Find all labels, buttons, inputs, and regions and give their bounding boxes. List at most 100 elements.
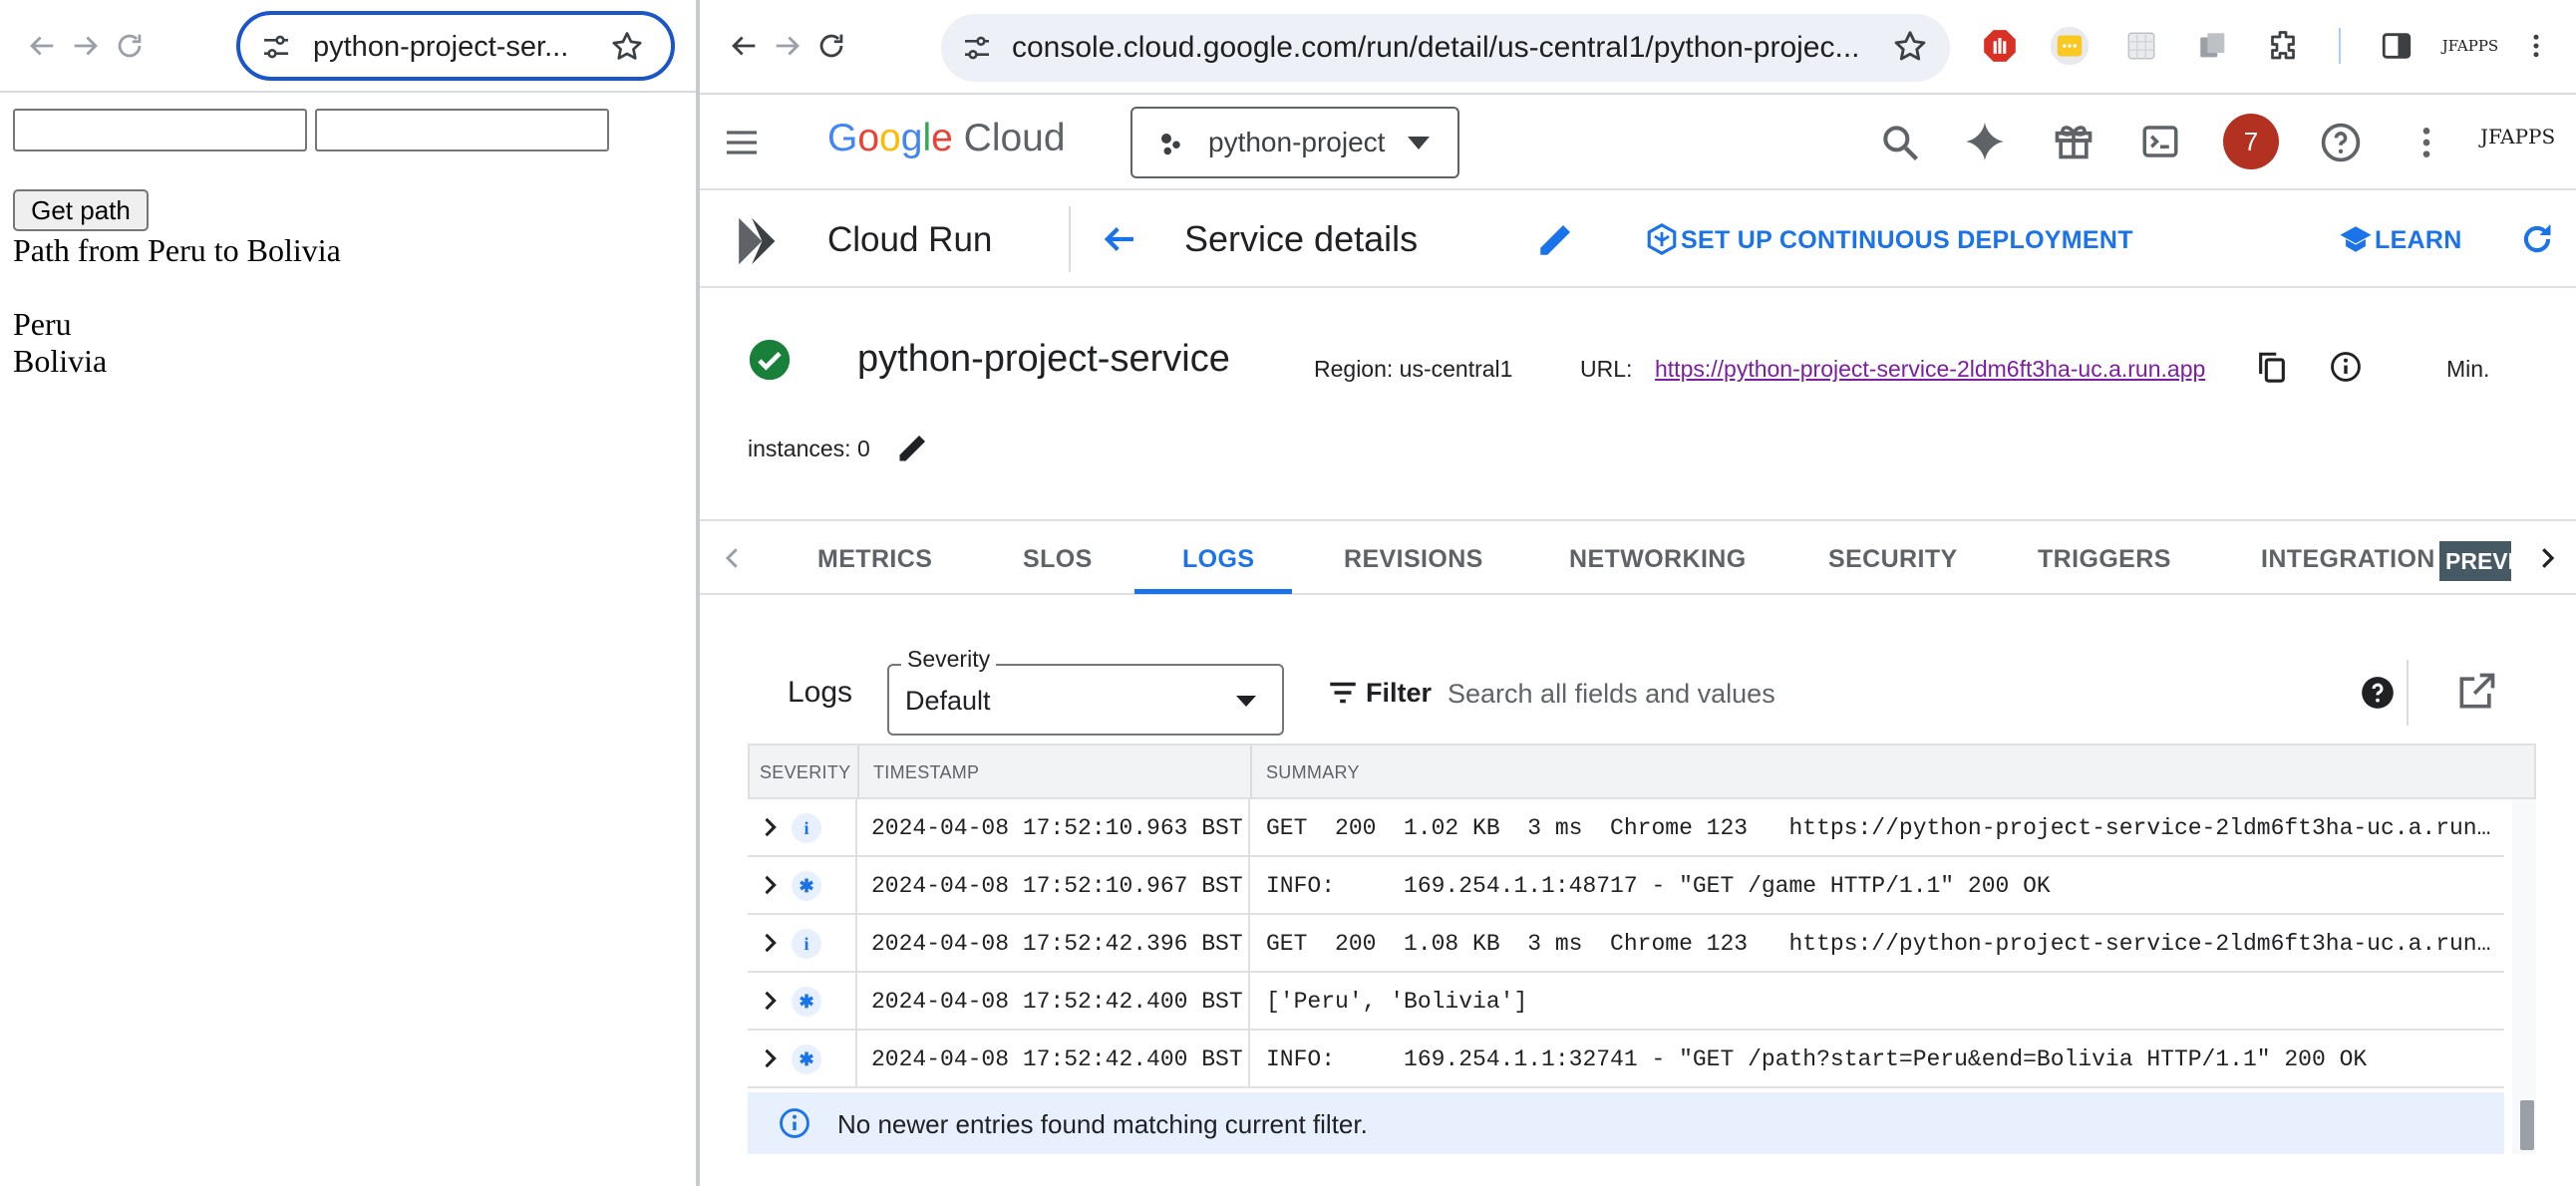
chevron-left-icon[interactable] (718, 543, 748, 578)
logs-title: Logs (788, 676, 853, 709)
back-arrow-icon[interactable] (18, 22, 66, 70)
extensions-icon[interactable] (2261, 24, 2305, 68)
get-path-button[interactable]: Get path (13, 189, 149, 231)
filter-icon[interactable] (1326, 676, 1360, 715)
column-summary[interactable]: SUMMARY (1266, 762, 1360, 783)
tab-logs[interactable]: LOGS (1182, 545, 1254, 574)
forward-arrow-icon[interactable] (764, 22, 811, 70)
reload-icon[interactable] (106, 22, 154, 70)
header-divider (1069, 206, 1071, 272)
cloud-run-header: Cloud Run Service details SET UP CONTINU… (700, 192, 2576, 288)
browser-menu-icon[interactable] (2514, 24, 2558, 68)
copy-icon[interactable] (2255, 350, 2289, 389)
log-summary: INFO: 169.254.1.1:48717 - "GET /game HTT… (1266, 873, 2051, 899)
right-url-text: console.cloud.google.com/run/detail/us-c… (1012, 31, 1860, 64)
column-timestamp[interactable]: TIMESTAMP (873, 762, 979, 783)
column-divider (1248, 857, 1250, 915)
column-divider (855, 857, 857, 915)
preview-badge: PREVI (2439, 541, 2511, 581)
right-browser-toolbar: console.cloud.google.com/run/detail/us-c… (700, 0, 2576, 95)
start-country-input[interactable] (13, 109, 307, 151)
page-title: Service details (1184, 218, 1419, 259)
notes-extension-icon[interactable] (2048, 24, 2092, 68)
log-row[interactable]: ✱ 2024-04-08 17:52:42.400 BST INFO: 169.… (748, 1031, 2504, 1088)
learn-button[interactable]: LEARN (2375, 226, 2462, 255)
set-up-continuous-deployment-button[interactable]: SET UP CONTINUOUS DEPLOYMENT (1681, 226, 2133, 255)
end-country-input[interactable] (315, 109, 609, 151)
tab-integration[interactable]: INTEGRATION (2261, 545, 2435, 574)
copy-tabs-icon[interactable] (2191, 24, 2235, 68)
project-name: python-project (1208, 127, 1386, 157)
chevron-right-icon[interactable] (2532, 543, 2562, 578)
forward-arrow-icon[interactable] (62, 22, 110, 70)
log-row[interactable]: i 2024-04-08 17:52:10.963 BST GET 200 1.… (748, 799, 2504, 857)
filter-label[interactable]: Filter (1366, 678, 1432, 709)
gift-icon[interactable] (2052, 119, 2095, 167)
log-row[interactable]: ✱ 2024-04-08 17:52:42.400 BST ['Peru', '… (748, 973, 2504, 1031)
side-panel-icon[interactable] (2375, 24, 2418, 68)
edit-pencil-icon[interactable] (1535, 218, 1577, 265)
product-name: Cloud Run (827, 220, 993, 259)
site-settings-icon[interactable] (260, 31, 292, 63)
cloud-run-logo-icon (734, 210, 796, 277)
refresh-icon[interactable] (2518, 220, 2556, 263)
adblock-icon[interactable] (1978, 24, 2022, 68)
jfapps-icon[interactable]: JFAPPS (2440, 24, 2500, 68)
service-url-link[interactable]: https://python-project-service-2ldm6ft3h… (1655, 356, 2205, 383)
tab-security[interactable]: SECURITY (1828, 545, 1958, 574)
tab-slos[interactable]: SLOS (1023, 545, 1093, 574)
bookmark-star-icon[interactable] (609, 29, 645, 65)
column-divider (855, 799, 857, 857)
severity-default-icon: ✱ (792, 1044, 821, 1074)
cloud-shell-icon[interactable] (2139, 121, 2181, 167)
bookmark-star-icon[interactable] (1891, 28, 1929, 66)
tab-networking[interactable]: NETWORKING (1569, 545, 1747, 574)
expand-chevron-icon[interactable] (756, 871, 784, 899)
instances-count: instances: 0 (748, 436, 870, 461)
logs-table-header: SEVERITY TIMESTAMP SUMMARY (748, 743, 2536, 799)
tab-metrics[interactable]: METRICS (817, 545, 932, 574)
puzzle-grid-icon[interactable] (2119, 24, 2163, 68)
notification-badge[interactable]: 7 (2223, 114, 2279, 169)
deployment-shield-icon[interactable] (1645, 222, 1679, 261)
expand-chevron-icon[interactable] (756, 813, 784, 841)
severity-select[interactable]: Severity Default (887, 646, 1284, 736)
service-tabs: METRICS SLOS LOGS REVISIONS NETWORKING S… (700, 519, 2576, 595)
chevron-down-icon (1408, 137, 1430, 149)
log-search-input[interactable] (1448, 674, 1966, 714)
help-icon[interactable] (2319, 121, 2363, 169)
site-settings-icon[interactable] (961, 32, 993, 64)
left-address-bar[interactable]: python-project-ser... (236, 11, 675, 81)
expand-chevron-icon[interactable] (756, 929, 784, 957)
school-cap-icon[interactable] (2339, 222, 2373, 261)
project-picker[interactable]: python-project (1130, 107, 1459, 178)
severity-default-icon: ✱ (792, 871, 821, 901)
right-address-bar[interactable]: console.cloud.google.com/run/detail/us-c… (941, 14, 1950, 82)
tab-triggers[interactable]: TRIGGERS (2038, 545, 2171, 574)
expand-chevron-icon[interactable] (756, 987, 784, 1015)
column-divider (855, 973, 857, 1031)
log-row[interactable]: i 2024-04-08 17:52:42.396 BST GET 200 1.… (748, 915, 2504, 973)
edit-pencil-icon[interactable] (895, 430, 931, 470)
back-arrow-icon[interactable] (1099, 218, 1140, 265)
brand-avatar[interactable]: JFAPPS (2480, 125, 2555, 148)
expand-chevron-icon[interactable] (756, 1044, 784, 1072)
open-in-new-icon[interactable] (2454, 670, 2498, 719)
logs-table: SEVERITY TIMESTAMP SUMMARY i 2024-04-08 … (748, 743, 2536, 1154)
reload-icon[interactable] (807, 22, 855, 70)
logs-scrollbar-thumb[interactable] (2520, 1100, 2534, 1150)
search-icon[interactable] (1878, 121, 1922, 169)
tab-revisions[interactable]: REVISIONS (1344, 545, 1483, 574)
google-cloud-logo[interactable]: Google Cloud (827, 117, 1066, 160)
service-name: python-project-service (857, 338, 1230, 380)
info-icon[interactable] (2329, 350, 2363, 389)
gemini-sparkle-icon[interactable] (1962, 119, 2008, 169)
help-filled-icon[interactable] (2359, 674, 2397, 717)
hamburger-menu-icon[interactable] (722, 123, 762, 167)
more-options-icon[interactable] (2407, 123, 2446, 167)
log-row[interactable]: ✱ 2024-04-08 17:52:10.967 BST INFO: 169.… (748, 857, 2504, 915)
back-arrow-icon[interactable] (720, 22, 768, 70)
toolbar-divider (2407, 660, 2409, 726)
min-instances-label: Min. (2446, 356, 2490, 382)
column-severity[interactable]: SEVERITY (760, 762, 850, 783)
